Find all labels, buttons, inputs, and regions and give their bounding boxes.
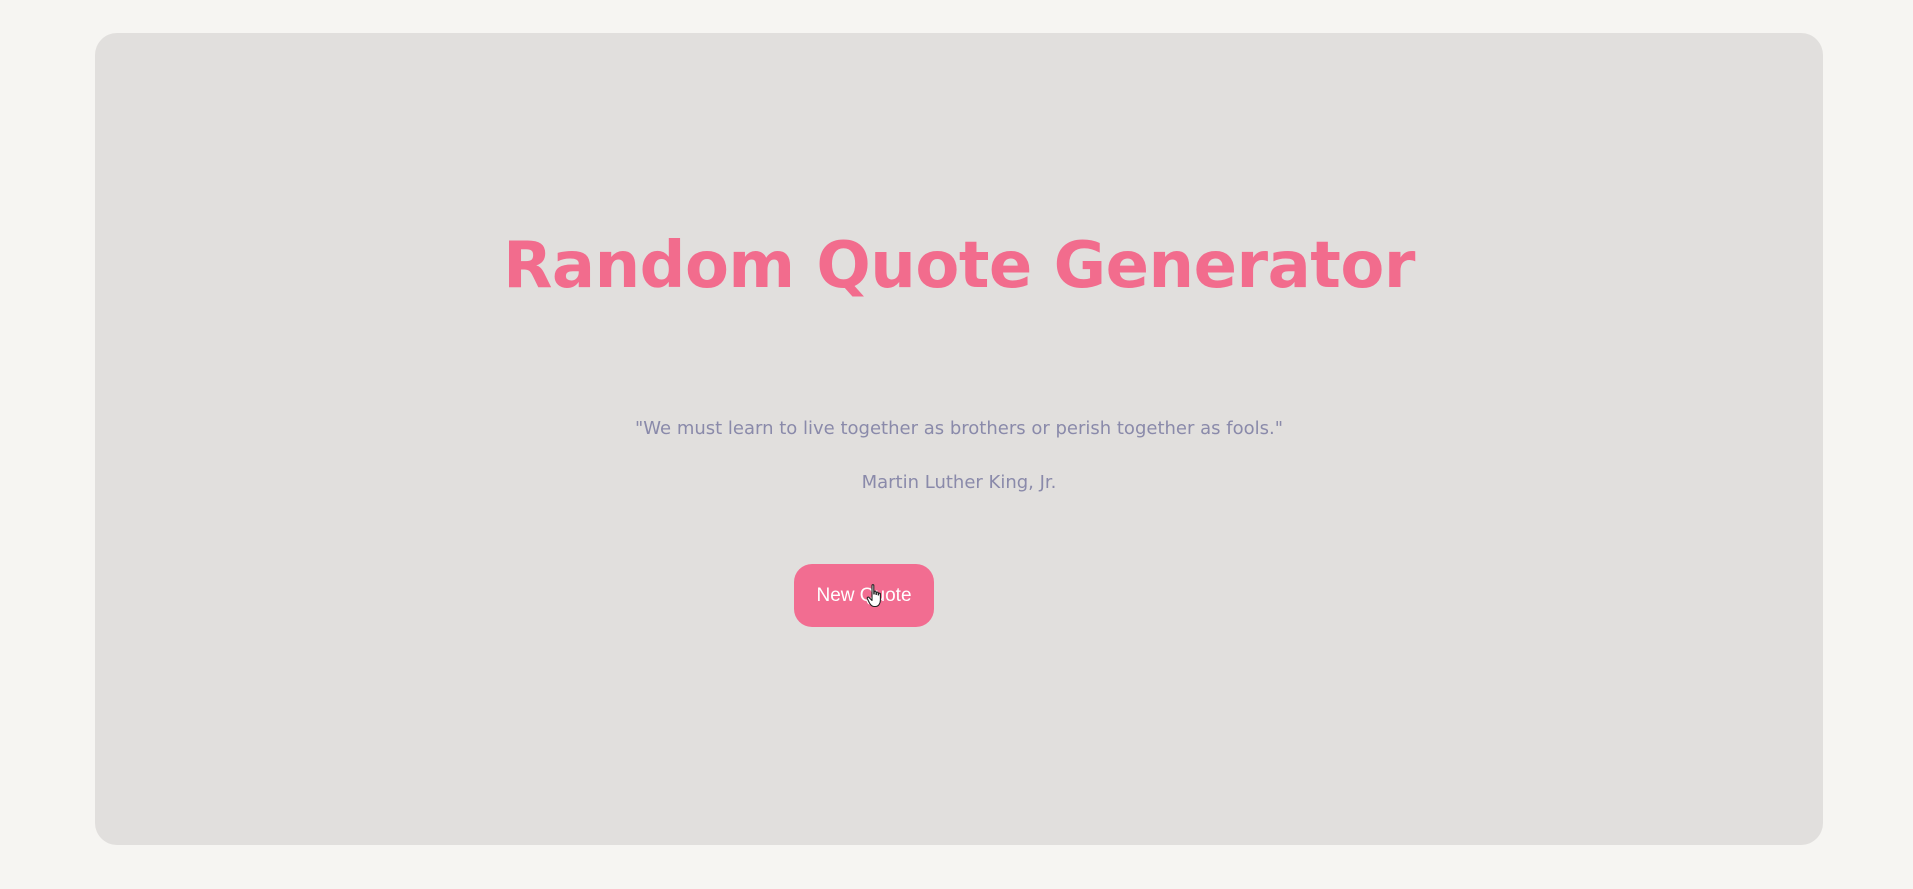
quote-author: Martin Luther King, Jr. [861, 472, 1057, 493]
new-quote-button[interactable]: New Quote [794, 564, 934, 627]
quote-text: "We must learn to live together as broth… [635, 418, 1283, 439]
page-title: Random Quote Generator [503, 229, 1415, 303]
quote-card: Random Quote Generator "We must learn to… [95, 33, 1823, 845]
